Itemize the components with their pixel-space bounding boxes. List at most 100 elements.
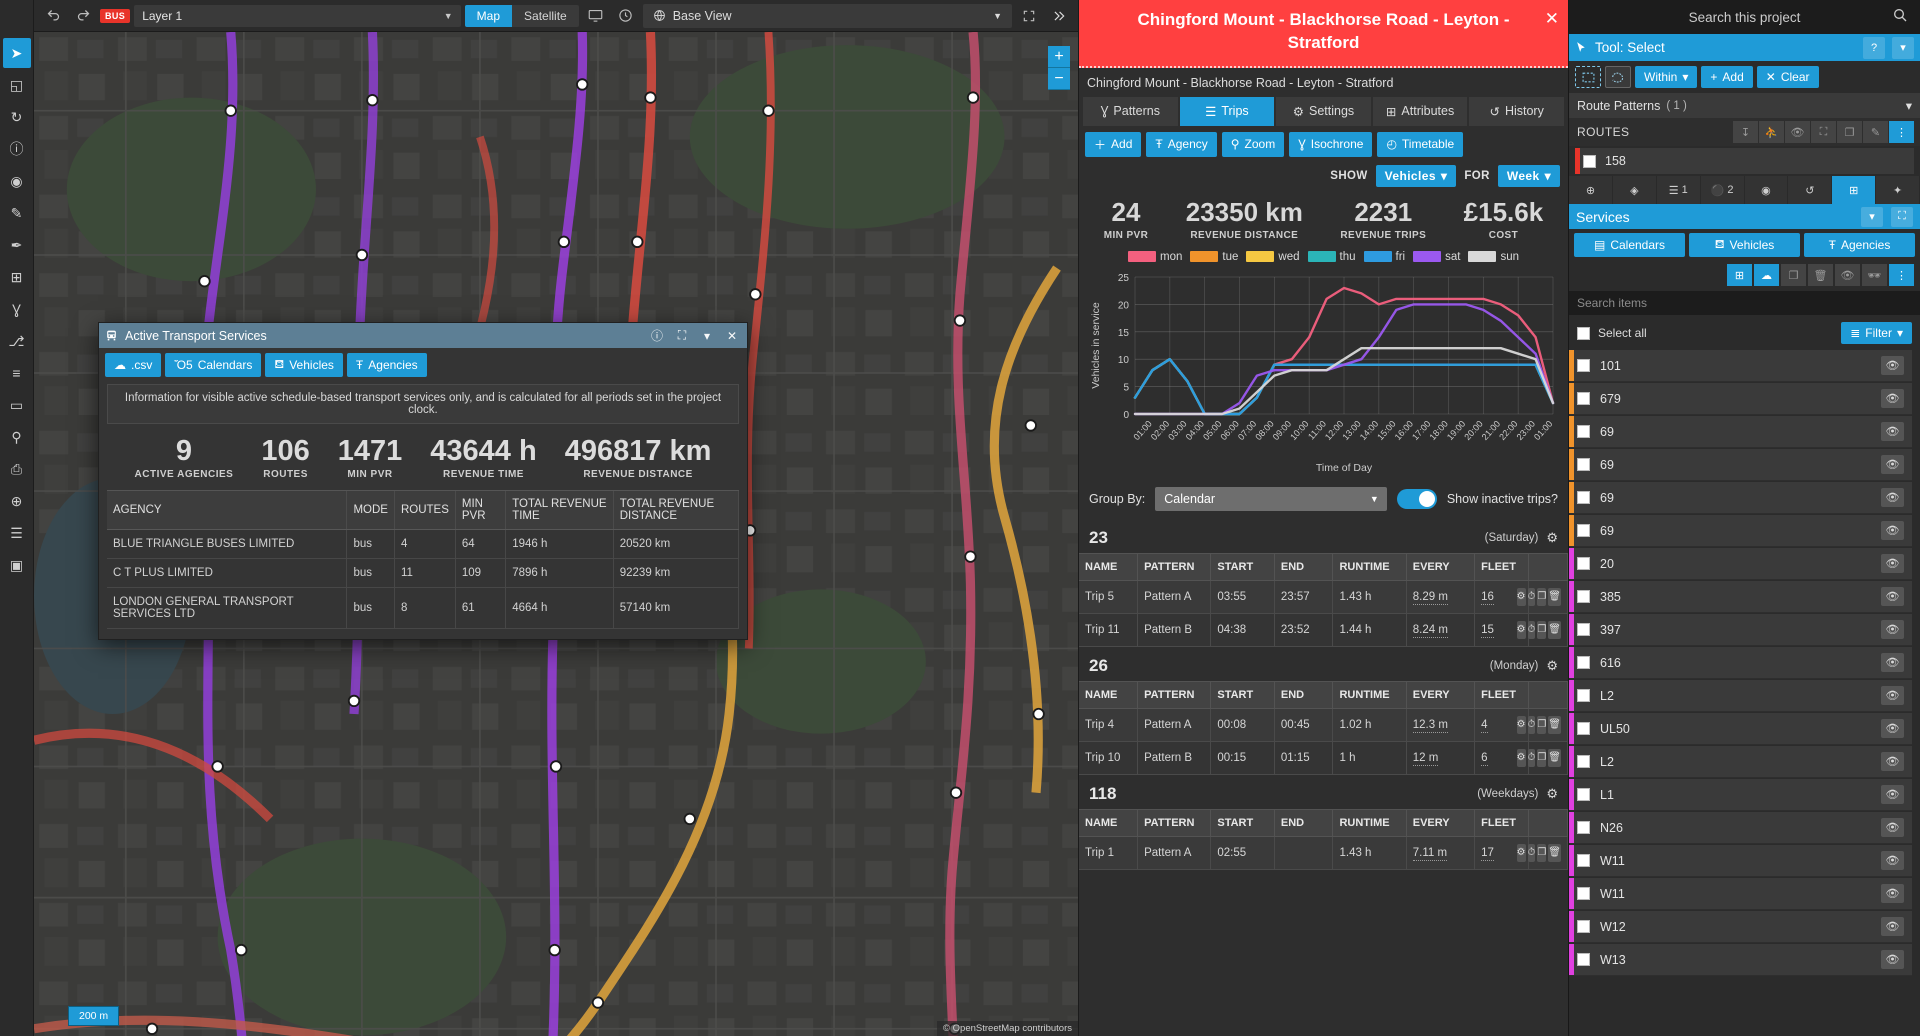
cursor-select-icon[interactable]: ➤ bbox=[2, 38, 31, 68]
service-checkbox[interactable] bbox=[1577, 590, 1590, 603]
popout-icon[interactable]: ⛶ bbox=[1891, 206, 1913, 227]
table-row[interactable]: Trip 10 Pattern B 00:15 01:15 1 h 12 m 6 ⚙ ⏱ ❐ 🗑 bbox=[1079, 741, 1568, 775]
copy-icon[interactable]: ❐ bbox=[1781, 264, 1806, 286]
zoom-out-button[interactable]: − bbox=[1048, 68, 1070, 90]
layer-select[interactable]: Layer 1 ▼ bbox=[134, 4, 461, 27]
eye-icon[interactable]: 👁 bbox=[1881, 422, 1904, 441]
list-item[interactable]: L2 👁 bbox=[1569, 680, 1912, 712]
help-icon[interactable]: ? bbox=[1863, 36, 1885, 59]
clock-icon[interactable]: ⏱ bbox=[1527, 748, 1536, 767]
ruler-icon[interactable]: ▭ bbox=[3, 390, 31, 420]
gear-icon[interactable]: ⚙ bbox=[1546, 530, 1558, 546]
action-agency-button[interactable]: Ŧ Agency bbox=[1146, 131, 1217, 157]
service-checkbox[interactable] bbox=[1577, 788, 1590, 801]
chevron-down-icon[interactable]: ▾ bbox=[1892, 36, 1914, 59]
clock-icon[interactable]: ⏱ bbox=[1527, 587, 1536, 606]
list-item[interactable]: 69 👁 bbox=[1569, 515, 1912, 547]
sidebar-tab-puzzle[interactable]: ✦ bbox=[1876, 176, 1920, 204]
eye-icon[interactable]: 👁 bbox=[1881, 686, 1904, 705]
close-icon[interactable]: ✕ bbox=[1545, 8, 1559, 31]
service-checkbox[interactable] bbox=[1577, 458, 1590, 471]
dialog-tab-csv[interactable]: ☁ .csv bbox=[105, 353, 162, 377]
eye-icon[interactable]: 👁 bbox=[1881, 818, 1904, 837]
list-item[interactable]: L1 👁 bbox=[1569, 779, 1912, 811]
legend-item-sun[interactable]: sun bbox=[1468, 251, 1519, 263]
eye-icon[interactable]: 👁 bbox=[1881, 719, 1904, 738]
clock-icon[interactable]: ⏱ bbox=[1527, 843, 1536, 862]
clock-icon[interactable]: ⏱ bbox=[1527, 715, 1536, 734]
redo-icon[interactable] bbox=[70, 4, 96, 28]
trip-every[interactable]: 8.29 m bbox=[1406, 580, 1476, 614]
zoom-in-button[interactable]: + bbox=[1048, 46, 1070, 68]
base-view-select[interactable]: Base View ▼ bbox=[642, 3, 1012, 28]
service-checkbox[interactable] bbox=[1577, 920, 1590, 933]
map-viewport[interactable]: + − 200 m © OpenStreetMap contributors A… bbox=[34, 32, 1078, 1036]
service-checkbox[interactable] bbox=[1577, 821, 1590, 834]
monitor-icon[interactable] bbox=[583, 4, 609, 28]
notes-icon[interactable]: ≡ bbox=[3, 358, 31, 388]
printer-icon[interactable]: ⎙ bbox=[3, 454, 31, 484]
eye-icon[interactable]: 👁 bbox=[1881, 950, 1904, 969]
eye-icon[interactable]: 👁 bbox=[1881, 488, 1904, 507]
expand-icon[interactable] bbox=[1016, 4, 1042, 28]
calendars-scroll[interactable]: 23 (Saturday) ⚙ NAME PATTERN START END RUNTIME E… bbox=[1079, 519, 1568, 1036]
eye-icon[interactable]: 👁 bbox=[1881, 356, 1904, 375]
undo-icon[interactable] bbox=[40, 4, 66, 28]
list-item[interactable]: W11 👁 bbox=[1569, 845, 1912, 877]
table-row[interactable]: Trip 4 Pattern A 00:08 00:45 1.02 h 12.3 m 4 ⚙ ⏱… bbox=[1079, 708, 1568, 742]
eye-icon[interactable]: 👁 bbox=[1881, 752, 1904, 771]
lasso-select-icon[interactable] bbox=[1605, 66, 1631, 88]
tab-satellite[interactable]: Satellite bbox=[512, 4, 579, 27]
rotate-icon[interactable]: ↻ bbox=[3, 102, 31, 132]
table-row[interactable]: BLUE TRIANGLE BUSES LIMITED bus 4 64 1946 h2… bbox=[107, 529, 739, 560]
show-inactive-toggle[interactable] bbox=[1396, 488, 1437, 509]
tab-map[interactable]: Map bbox=[464, 4, 513, 27]
show-select[interactable]: Vehicles ▾ bbox=[1375, 164, 1457, 187]
list-item[interactable]: N26 👁 bbox=[1569, 812, 1912, 844]
list-item[interactable]: 679 👁 bbox=[1569, 383, 1912, 415]
tab-settings[interactable]: ⚙ Settings bbox=[1276, 96, 1371, 126]
services-list[interactable]: 101 👁 679 👁 69 👁 69 👁 69 👁 69 👁 20 👁 385 👁 397 👁 616 👁 L2 👁 UL… bbox=[1569, 349, 1920, 1036]
eye-icon[interactable]: 👁 bbox=[1881, 917, 1904, 936]
service-checkbox[interactable] bbox=[1577, 722, 1590, 735]
eye-off-icon[interactable]: 🕶 bbox=[1862, 264, 1887, 286]
dialog-tab-vehicles[interactable]: ⛾ Vehicles bbox=[265, 353, 343, 377]
eye-icon[interactable]: 👁 bbox=[1881, 785, 1904, 804]
service-checkbox[interactable] bbox=[1577, 953, 1590, 966]
eye-icon[interactable]: 👁 bbox=[1881, 620, 1904, 639]
camera-icon[interactable]: ▣ bbox=[3, 550, 31, 580]
chart-icon[interactable]: ☰ bbox=[3, 518, 31, 548]
action-timetable-button[interactable]: ◴ Timetable bbox=[1377, 131, 1464, 157]
list-item[interactable]: W11 👁 bbox=[1569, 878, 1912, 910]
service-checkbox[interactable] bbox=[1577, 755, 1590, 768]
service-checkbox[interactable] bbox=[1577, 359, 1590, 372]
dialog-tab-calendars[interactable]: Ὄ5 Calendars bbox=[165, 353, 262, 377]
list-item[interactable]: 397 👁 bbox=[1569, 614, 1912, 646]
service-checkbox[interactable] bbox=[1577, 491, 1590, 504]
gear-icon[interactable]: ⚙ bbox=[1546, 658, 1558, 674]
list-item[interactable]: 20 👁 bbox=[1569, 548, 1912, 580]
for-select[interactable]: Week ▾ bbox=[1497, 164, 1560, 187]
person-icon[interactable]: Ɣ bbox=[3, 294, 31, 324]
trip-every[interactable]: 8.24 m bbox=[1406, 613, 1476, 647]
help-icon[interactable]: ⓘ bbox=[648, 327, 666, 344]
table-row[interactable]: Trip 11 Pattern B 04:38 23:52 1.44 h 8.24 m 15… bbox=[1079, 613, 1568, 647]
eye-icon[interactable]: 👁 bbox=[1881, 587, 1904, 606]
table-row[interactable]: Trip 5 Pattern A 03:55 23:57 1.43 h 8.29 m 16 ⚙… bbox=[1079, 580, 1568, 614]
copy-icon[interactable]: ❐ bbox=[1537, 587, 1547, 606]
trash-icon[interactable]: 🗑 bbox=[1548, 620, 1561, 639]
route-list-item[interactable]: 158 bbox=[1575, 148, 1914, 174]
tab-patterns[interactable]: Ɣ Patterns bbox=[1083, 96, 1178, 126]
list-item[interactable]: 385 👁 bbox=[1569, 581, 1912, 613]
legend-item-tue[interactable]: tue bbox=[1190, 251, 1238, 263]
pin-icon[interactable]: ◉ bbox=[3, 166, 31, 196]
brush-icon[interactable]: ✒ bbox=[3, 230, 31, 260]
more-vertical-icon[interactable]: ⋮ bbox=[1889, 121, 1914, 143]
dialog-tab-agencies[interactable]: Ŧ Agencies bbox=[346, 353, 427, 377]
within-dropdown[interactable]: Within ▾ bbox=[1635, 66, 1698, 88]
eye-icon[interactable]: 👁 bbox=[1881, 389, 1904, 408]
eye-icon[interactable]: 👁 bbox=[1881, 554, 1904, 573]
sidebar-tab-layers[interactable]: ◈ bbox=[1613, 176, 1657, 204]
sidebar-tab-transit[interactable]: ⊞ bbox=[1832, 176, 1877, 204]
pencil-icon[interactable]: ✎ bbox=[3, 198, 31, 228]
